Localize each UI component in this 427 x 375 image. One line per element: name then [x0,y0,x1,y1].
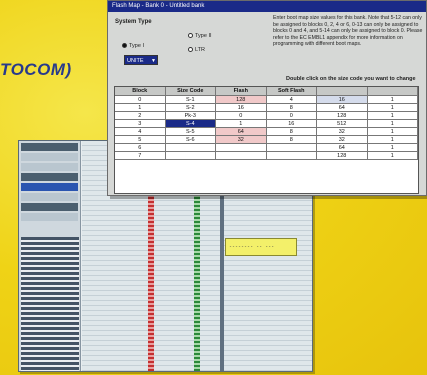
sidebar-field[interactable] [21,153,78,161]
grid-cell: 8 [267,104,317,111]
size-code-cell[interactable] [166,144,216,151]
grid-cell: 0 [115,96,166,103]
grid-cell: 1 [216,120,267,127]
column-header[interactable]: Flash [216,87,267,95]
table-row[interactable]: 0 S-1 128 4 16 1 [115,96,418,104]
grid-header: Block Size Code Flash Soft Flash [115,87,418,96]
sidebar-field[interactable] [21,193,78,201]
grid-cell: 0 [267,112,317,119]
chevron-down-icon: ▼ [151,58,156,64]
table-row[interactable]: 4 S-5 64 8 32 1 [115,128,418,136]
grid-cell: 7 [115,152,166,159]
table-row[interactable]: 1 S-2 16 8 64 1 [115,104,418,112]
grid-cell: 4 [267,96,317,103]
sidebar-field[interactable] [21,173,78,181]
grid-cell: 1 [368,152,418,159]
grid-cell [216,152,267,159]
size-code-cell[interactable]: S-6 [166,136,216,143]
size-code-cell[interactable] [166,152,216,159]
size-code-cell[interactable]: S-2 [166,104,216,111]
grid-cell: 16 [216,104,267,111]
grid-cell: 1 [368,120,418,127]
grid-cell: 16 [267,120,317,127]
grid-cell: 32 [317,128,368,135]
grid-cell: 16 [317,96,368,103]
grid-cell: 128 [317,112,368,119]
size-code-cell-selected[interactable]: S-4 [165,120,216,127]
grid-cell: 8 [267,136,317,143]
sidebar-field[interactable] [21,163,78,171]
grid-cell: 1 [368,128,418,135]
column-header[interactable] [368,87,418,95]
dialog-titlebar[interactable]: Flash Map - Bank 0 - Untitled bank [108,1,426,12]
grid-cell: 32 [317,136,368,143]
dialog-title: Flash Map - Bank 0 - Untitled bank [112,3,205,9]
grid-cell: 128 [317,152,368,159]
double-click-hint: Double click on the size code you want t… [286,76,416,82]
table-row[interactable]: 3 S-4 1 16 512 1 [115,120,418,128]
column-header[interactable] [317,87,368,95]
column-header[interactable]: Soft Flash [267,87,317,95]
grid-cell: 1 [368,104,418,111]
grid-cell: 8 [267,128,317,135]
grid-cell: 5 [115,136,166,143]
radio-unselected-icon [188,33,193,39]
sidebar-field[interactable] [21,213,78,221]
sidebar-field[interactable] [21,203,78,211]
grid-cell: 64 [317,104,368,111]
grid-cell: 64 [317,144,368,151]
bank-select[interactable]: UNITE ▼ [124,55,158,65]
radio-unselected-icon [188,47,193,53]
radio-ltr[interactable]: LTR [188,47,205,53]
grid-cell: 1 [368,96,418,103]
grid-cell: 6 [115,144,166,151]
radio-type1[interactable]: Type I [122,43,144,49]
table-row[interactable]: 5 S-6 32 8 32 1 [115,136,418,144]
size-code-cell[interactable]: S-5 [166,128,216,135]
grid-cell: 2 [115,112,166,119]
tooltip-popup: -------- -- --- [225,238,297,256]
instructions-text: Enter boot map size values for this bank… [273,15,423,48]
radio-type2[interactable]: Type II [188,33,212,39]
grid-cell [267,152,317,159]
listing-sidebar [19,141,81,371]
grid-cell [216,144,267,151]
grid-cell [267,144,317,151]
grid-cell: 1 [368,144,418,151]
size-code-cell[interactable]: Pk-3 [166,112,216,119]
grid-cell: 1 [368,136,418,143]
table-row[interactable]: 7 128 1 [115,152,418,160]
grid-cell: 32 [216,136,267,143]
column-header[interactable]: Block [115,87,166,95]
grid-cell: 1 [115,104,166,111]
system-type-label: System Type [115,19,152,25]
flash-map-dialog: Flash Map - Bank 0 - Untitled bank Syste… [107,0,427,196]
radio-selected-icon [122,43,127,49]
grid-cell: 4 [115,128,166,135]
grid-cell: 512 [317,120,368,127]
bank-select-value: UNITE [127,58,144,64]
radio-type2-label: Type II [195,33,212,39]
radio-type1-label: Type I [129,43,144,49]
grid-cell: 0 [216,112,267,119]
magazine-heading: TOCOM) [0,60,72,79]
table-row[interactable]: 2 Pk-3 0 0 128 1 [115,112,418,120]
address-list[interactable] [21,237,79,371]
sidebar-field[interactable] [21,143,78,151]
sidebar-field[interactable] [21,183,78,191]
grid-cell: 1 [368,112,418,119]
table-row[interactable]: 6 64 1 [115,144,418,152]
radio-ltr-label: LTR [195,47,205,53]
grid-cell: 128 [216,96,267,103]
grid-cell: 64 [216,128,267,135]
block-size-grid: Block Size Code Flash Soft Flash 0 S-1 1… [114,86,419,194]
grid-cell: 3 [115,120,166,127]
column-header[interactable]: Size Code [166,87,216,95]
size-code-cell[interactable]: S-1 [166,96,216,103]
